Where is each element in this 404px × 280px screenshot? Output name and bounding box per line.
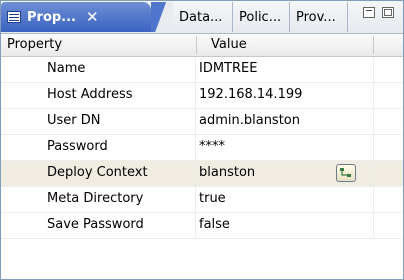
property-value[interactable]: false bbox=[199, 217, 230, 232]
column-header-value[interactable]: Value bbox=[211, 37, 247, 52]
table-row[interactable]: Password **** bbox=[1, 135, 403, 161]
browse-tree-icon bbox=[340, 168, 351, 177]
tab-policy[interactable]: Polic... bbox=[233, 2, 290, 32]
maximize-icon[interactable] bbox=[382, 7, 394, 18]
property-name: User DN bbox=[47, 113, 101, 128]
view-tab-bar: Prop... ✕ Data... Polic... Prov... bbox=[1, 1, 403, 34]
minimize-icon[interactable] bbox=[363, 7, 375, 18]
properties-list-icon bbox=[7, 11, 21, 23]
table-row[interactable]: Meta Directory true bbox=[1, 187, 403, 213]
property-value[interactable]: **** bbox=[199, 139, 225, 154]
property-name: Host Address bbox=[47, 87, 133, 102]
close-icon[interactable]: ✕ bbox=[86, 8, 99, 26]
property-value[interactable]: IDMTREE bbox=[199, 61, 257, 76]
tab-edge bbox=[151, 2, 173, 32]
table-row-selected[interactable]: Deploy Context blanston bbox=[1, 161, 403, 187]
column-divider[interactable] bbox=[373, 36, 374, 54]
table-row[interactable]: Save Password false bbox=[1, 213, 403, 239]
properties-view: Prop... ✕ Data... Polic... Prov... Prope… bbox=[0, 0, 404, 280]
tab-properties[interactable]: Prop... ✕ bbox=[1, 2, 151, 32]
property-value[interactable]: admin.blanston bbox=[199, 113, 300, 128]
column-header-property[interactable]: Property bbox=[7, 37, 62, 52]
column-divider[interactable] bbox=[196, 36, 197, 54]
tab-provisioning[interactable]: Prov... bbox=[290, 2, 348, 32]
tab-data[interactable]: Data... bbox=[173, 2, 233, 32]
tab-label: Data... bbox=[179, 9, 223, 25]
property-value[interactable]: 192.168.14.199 bbox=[199, 87, 302, 102]
property-name: Save Password bbox=[47, 217, 144, 232]
property-name: Deploy Context bbox=[47, 165, 148, 180]
table-row[interactable]: Name IDMTREE bbox=[1, 57, 403, 83]
browse-context-button[interactable] bbox=[336, 164, 356, 182]
table-row[interactable]: User DN admin.blanston bbox=[1, 109, 403, 135]
tab-label: Polic... bbox=[239, 9, 282, 25]
tab-label: Prov... bbox=[296, 9, 336, 25]
table-row[interactable]: Host Address 192.168.14.199 bbox=[1, 83, 403, 109]
tab-label: Prop... bbox=[27, 9, 76, 25]
property-name: Meta Directory bbox=[47, 191, 144, 206]
property-value[interactable]: blanston bbox=[199, 165, 255, 180]
property-table: Property Value Name IDMTREE Host Address… bbox=[1, 34, 403, 239]
property-name: Name bbox=[47, 61, 86, 76]
table-header: Property Value bbox=[1, 34, 403, 57]
property-name: Password bbox=[47, 139, 108, 154]
property-value[interactable]: true bbox=[199, 191, 226, 206]
